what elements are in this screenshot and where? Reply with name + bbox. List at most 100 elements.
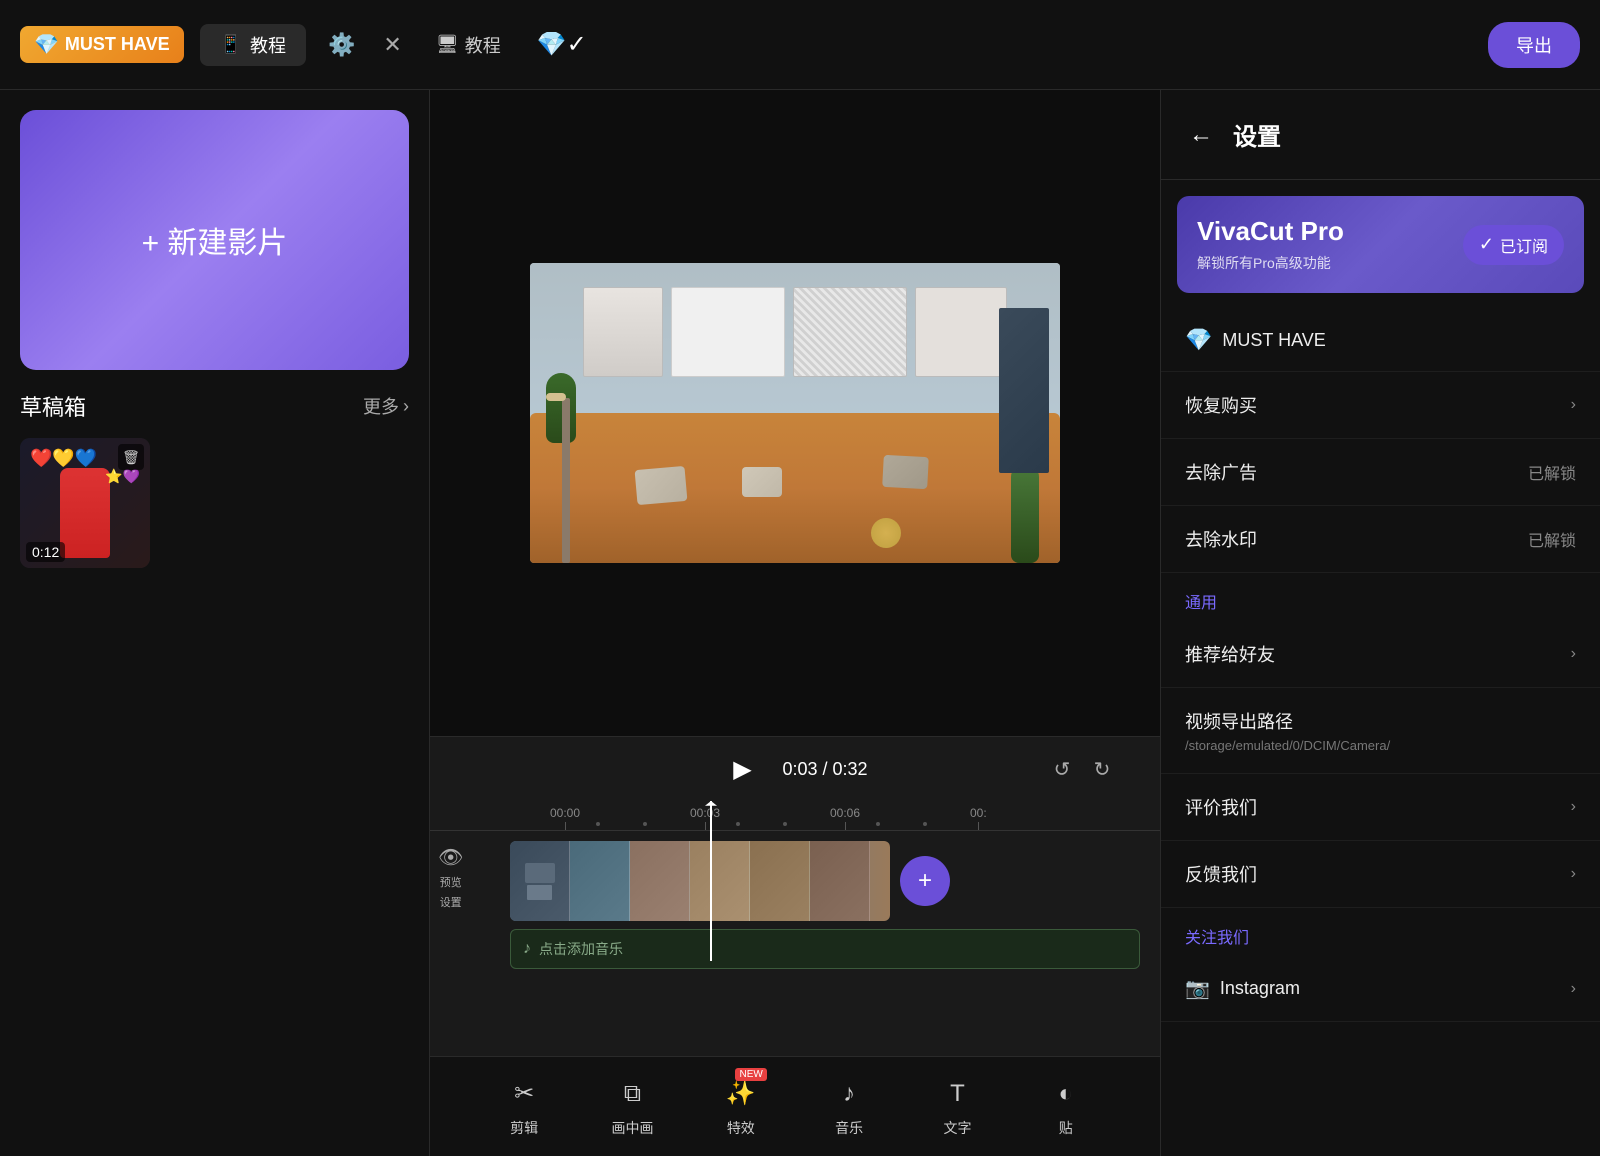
gear-icon: ⚙️ <box>328 32 355 58</box>
music-icon: ♪ <box>831 1076 867 1112</box>
settings-label: 设置 <box>440 894 462 910</box>
play-button[interactable]: ▶ <box>722 749 762 789</box>
settings-title: 设置 <box>1233 117 1281 152</box>
track-clip[interactable] <box>510 841 890 921</box>
more-link[interactable]: 更多 › <box>363 393 409 419</box>
settings-export-path[interactable]: 视频导出路径 /storage/emulated/0/DCIM/Camera/ <box>1161 688 1600 774</box>
main-content: + 新建影片 草稿箱 更多 › ❤️💛💙 ⭐💜 <box>0 90 1600 1156</box>
settings-remove-watermark[interactable]: 去除水印 已解锁 <box>1161 506 1600 573</box>
tool-pip[interactable]: ⧉ 画中画 <box>597 1076 667 1138</box>
settings-header: ← 设置 <box>1161 90 1600 180</box>
settings-instagram[interactable]: 📷 Instagram › <box>1161 956 1600 1022</box>
instagram-icon: 📷 <box>1185 976 1210 1001</box>
audio-clip[interactable]: ♪ 点击添加音乐 <box>510 929 1140 969</box>
remove-watermark-left: 去除水印 <box>1185 526 1257 552</box>
timeline-section: ▶ 0:03 / 0:32 ↺ ↻ 00:00 00:03 <box>430 736 1160 1056</box>
instagram-left: 📷 Instagram <box>1185 976 1300 1001</box>
clip-frame-4 <box>690 841 750 921</box>
gem-icon: 💎 <box>34 32 59 57</box>
top-bar: 💎 MUST HAVE 📱 教程 ⚙️ ✕ 🖥 教程 💎✓ 导出 <box>0 0 1600 90</box>
redo-button[interactable]: ↻ <box>1084 751 1120 787</box>
draft-delete-button[interactable]: 🗑 <box>118 444 144 470</box>
pro-title: VivaCut Pro <box>1197 216 1344 247</box>
clip-frame-6 <box>810 841 870 921</box>
instagram-chevron: › <box>1571 980 1576 998</box>
audio-track[interactable]: ♪ 点击添加音乐 <box>510 929 1140 969</box>
feedback-label: 反馈我们 <box>1185 861 1257 887</box>
ruler-mark-9: 00: <box>970 806 987 830</box>
settings-rate[interactable]: 评价我们 › <box>1161 774 1600 841</box>
clip-frame-2 <box>570 841 630 921</box>
settings-button[interactable]: ⚙️ <box>322 26 361 64</box>
must-have-row[interactable]: 💎 MUST HAVE <box>1161 309 1600 372</box>
chevron-right-icon: › <box>403 396 409 417</box>
pro-card-info: VivaCut Pro 解锁所有Pro高级功能 <box>1197 216 1344 273</box>
preview-label: 预览 <box>440 874 462 890</box>
remove-ads-label: 去除广告 <box>1185 459 1257 485</box>
drafts-title: 草稿箱 <box>20 390 86 422</box>
rate-label: 评价我们 <box>1185 794 1257 820</box>
clip-frame-3 <box>630 841 690 921</box>
subscribed-label: 已订阅 <box>1500 233 1548 257</box>
clip-frame-1 <box>510 841 570 921</box>
effects-icon-wrapper: ✨ NEW <box>723 1076 759 1112</box>
restore-chevron: › <box>1571 396 1576 414</box>
remove-ads-left: 去除广告 <box>1185 459 1257 485</box>
effects-icon: ✨ <box>723 1076 759 1112</box>
settings-feedback[interactable]: 反馈我们 › <box>1161 841 1600 908</box>
left-panel: + 新建影片 草稿箱 更多 › ❤️💛💙 ⭐💜 <box>0 90 430 1156</box>
scissors-icon: ✂ <box>506 1076 542 1112</box>
draft-item[interactable]: ❤️💛💙 ⭐💜 0:12 🗑 <box>20 438 150 568</box>
gem-tab[interactable]: 💎✓ <box>537 30 587 59</box>
tool-cut[interactable]: ✂ 剪辑 <box>489 1076 559 1138</box>
video-frame <box>530 263 1060 563</box>
drafts-section: 草稿箱 更多 › ❤️💛💙 ⭐💜 <box>20 390 409 1136</box>
tool-sticker-label: 贴 <box>1059 1118 1073 1138</box>
ruler-mark-3: 00:03 <box>690 806 720 830</box>
must-have-badge[interactable]: 💎 MUST HAVE <box>20 26 184 63</box>
check-icon: ✓ <box>1479 234 1494 255</box>
export-button[interactable]: 导出 <box>1488 22 1580 68</box>
tool-cut-label: 剪辑 <box>510 1118 538 1138</box>
drafts-header: 草稿箱 更多 › <box>20 390 409 422</box>
pro-card[interactable]: VivaCut Pro 解锁所有Pro高级功能 ✓ 已订阅 <box>1177 196 1584 293</box>
draft-duration: 0:12 <box>26 542 65 562</box>
close-button[interactable]: ✕ <box>377 26 407 64</box>
tutorial-tab[interactable]: 🖥 教程 <box>424 26 513 64</box>
add-clip-button[interactable]: + <box>900 856 950 906</box>
tool-music-label: 音乐 <box>835 1118 863 1138</box>
settings-remove-ads[interactable]: 去除广告 已解锁 <box>1161 439 1600 506</box>
tablet-icon: 📱 <box>220 34 242 55</box>
tool-sticker[interactable]: ◐ 贴 <box>1031 1076 1101 1138</box>
export-path-label: 视频导出路径 <box>1185 708 1293 734</box>
settings-restore[interactable]: 恢复购买 › <box>1161 372 1600 439</box>
pro-subtitle: 解锁所有Pro高级功能 <box>1197 253 1344 273</box>
pip-icon: ⧉ <box>614 1076 650 1112</box>
settings-recommend[interactable]: 推荐给好友 › <box>1161 621 1600 688</box>
remove-watermark-status: 已解锁 <box>1528 527 1576 551</box>
timeline-tracks: 👁 预览 设置 <box>430 831 1160 1056</box>
feedback-chevron: › <box>1571 865 1576 883</box>
playhead <box>710 801 712 961</box>
must-have-label: MUST HAVE <box>65 34 170 55</box>
section-general: 通用 <box>1161 573 1600 621</box>
tool-text[interactable]: T 文字 <box>922 1076 992 1138</box>
tool-pip-label: 画中画 <box>611 1118 653 1138</box>
video-preview <box>430 90 1160 736</box>
new-project-card[interactable]: + 新建影片 <box>20 110 409 370</box>
music-note-icon: ♪ <box>523 940 531 958</box>
rate-left: 评价我们 <box>1185 794 1257 820</box>
gem-tab-icon: 💎✓ <box>537 31 587 58</box>
tool-effects[interactable]: ✨ NEW 特效 <box>706 1076 776 1138</box>
video-track: + <box>510 841 1140 921</box>
tool-music[interactable]: ♪ 音乐 <box>814 1076 884 1138</box>
back-button[interactable]: ← <box>1185 117 1217 153</box>
undo-button[interactable]: ↺ <box>1044 751 1080 787</box>
audio-label: 点击添加音乐 <box>539 939 623 959</box>
ruler-mark-0: 00:00 <box>550 806 580 830</box>
new-project-label: + 新建影片 <box>142 218 288 262</box>
instagram-label: Instagram <box>1220 978 1300 999</box>
recommend-chevron: › <box>1571 645 1576 663</box>
tutorial-button-1[interactable]: 📱 教程 <box>200 24 306 66</box>
restore-left: 恢复购买 <box>1185 392 1257 418</box>
